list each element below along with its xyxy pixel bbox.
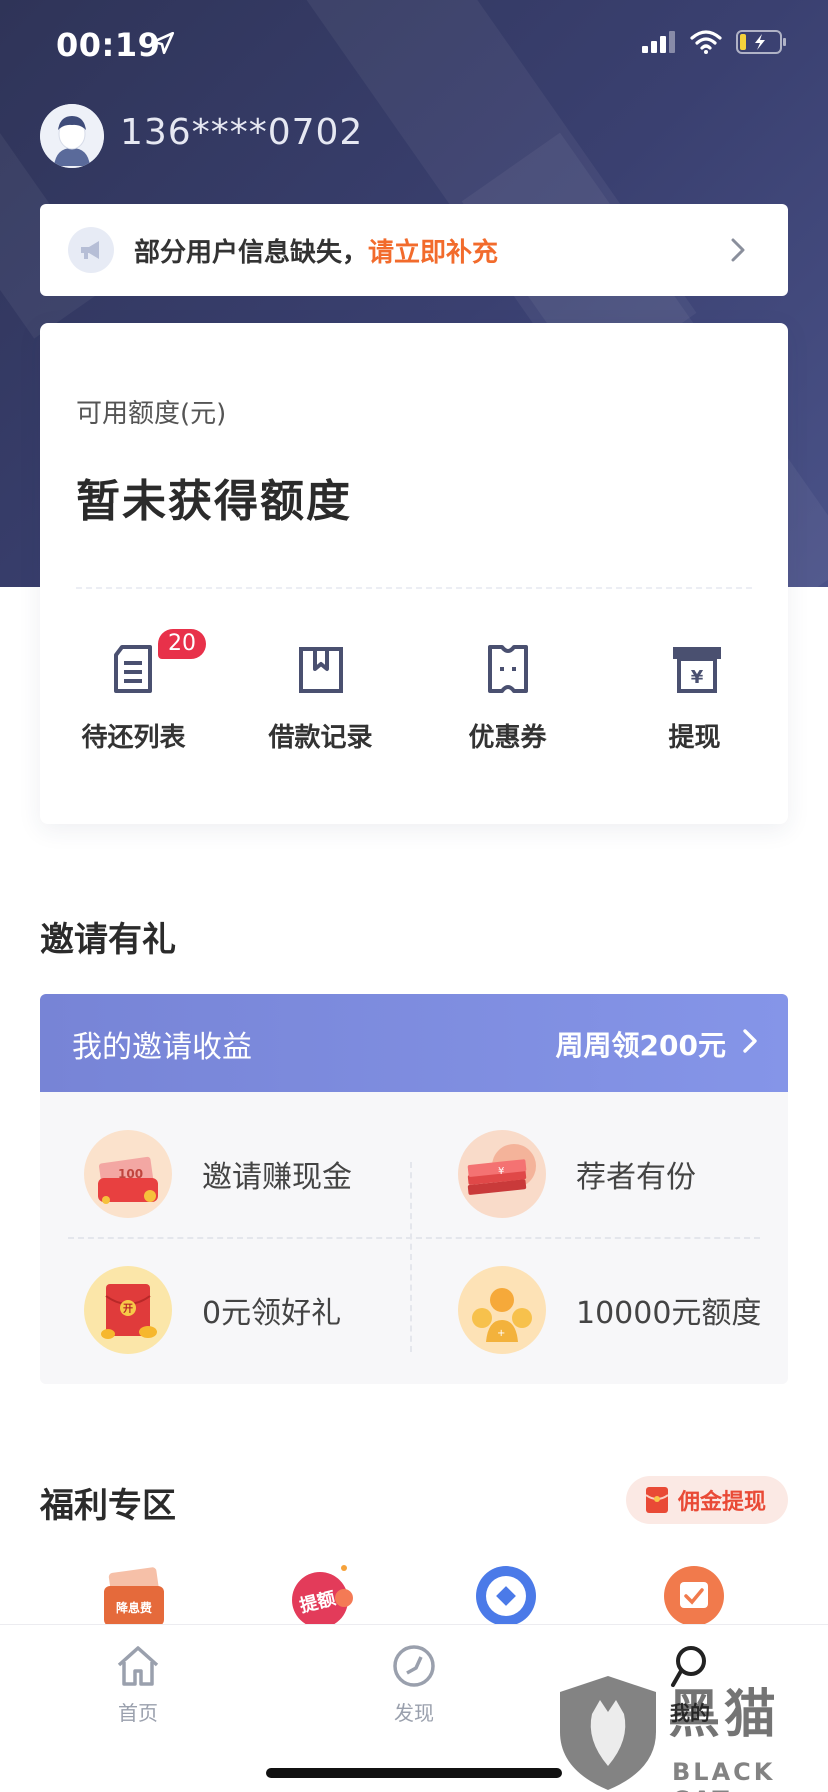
red-packet-icon: 开: [84, 1266, 172, 1354]
cellular-signal-icon: [642, 31, 675, 53]
repay-count-badge: 20: [158, 629, 206, 659]
coupon-icon: [484, 643, 532, 695]
withdraw-yen-icon: ¥: [671, 643, 721, 695]
invite-label: 荐者有份: [576, 1160, 696, 1195]
benefits-section-title: 福利专区: [40, 1486, 176, 1526]
user-coins-icon: +: [458, 1266, 546, 1354]
status-time: 00:19: [56, 26, 161, 64]
invite-label: 邀请赚现金: [202, 1160, 352, 1195]
notice-text: 部分用户信息缺失，: [134, 237, 369, 268]
megaphone-icon: [68, 227, 114, 273]
commission-withdraw-label: 佣金提现: [677, 1490, 766, 1515]
user-avatar-icon: [40, 104, 104, 168]
watermark-subtext: BLACK CAT: [672, 1758, 776, 1792]
svg-text:¥: ¥: [498, 1166, 504, 1177]
menu-item-repay-list[interactable]: 20 待还列表: [40, 629, 227, 783]
divider: [68, 1237, 760, 1239]
home-indicator: [266, 1768, 562, 1778]
status-bar: 00:19: [0, 0, 828, 90]
weekly-reward-link[interactable]: 周周领200元: [556, 1024, 726, 1064]
rate-discount-icon-label: 降息费: [116, 1600, 152, 1615]
menu-label: 待还列表: [81, 723, 186, 753]
money-stack-icon: ¥: [458, 1130, 546, 1218]
credit-card: 可用额度(元) 暂未获得额度 20 待还列表 借款记录 优惠券 ¥ 提现: [40, 323, 788, 824]
profile-incomplete-notice[interactable]: 部分用户信息缺失，请立即补充: [40, 204, 788, 296]
invite-earnings-header[interactable]: 我的邀请收益 周周领200元: [40, 994, 788, 1092]
chevron-right-icon: [731, 238, 745, 262]
battery-charging-icon: [736, 30, 786, 54]
menu-label: 借款记录: [268, 723, 373, 753]
tab-home[interactable]: 首页: [78, 1643, 198, 1726]
watermark: 黑猫 BLACK CAT: [556, 1672, 828, 1792]
menu-label: 优惠券: [468, 723, 547, 753]
red-envelope-icon: [645, 1487, 668, 1513]
credit-value: 暂未获得额度: [76, 476, 352, 527]
invite-item-free-gift[interactable]: 开 0元领好礼: [84, 1266, 341, 1354]
calendar-check-icon[interactable]: [662, 1564, 726, 1624]
watermark-text: 黑猫: [668, 1685, 781, 1745]
raise-limit-icon[interactable]: 提额: [288, 1564, 353, 1624]
blue-circle-icon[interactable]: [474, 1564, 538, 1624]
location-arrow-icon: [151, 31, 175, 55]
divider: [410, 1162, 412, 1352]
bookmark-record-icon: [297, 643, 345, 695]
bill-list-icon: [110, 643, 158, 695]
svg-text:开: 开: [123, 1303, 133, 1315]
invite-label: 10000元额度: [576, 1296, 762, 1331]
invite-header-title: 我的邀请收益: [72, 1030, 252, 1065]
user-phone: 136****0702: [120, 112, 364, 153]
commission-withdraw-button[interactable]: 佣金提现: [625, 1476, 788, 1524]
compass-icon: [391, 1643, 437, 1689]
svg-text:¥: ¥: [690, 667, 703, 688]
menu-item-coupons[interactable]: 优惠券: [414, 643, 601, 783]
notice-link[interactable]: 请立即补充: [368, 238, 498, 268]
invite-item-referral-share[interactable]: ¥ 荐者有份: [458, 1130, 696, 1218]
chevron-right-icon: [743, 1029, 757, 1053]
cash-envelope-icon: 100: [84, 1130, 172, 1218]
quick-menu: 20 待还列表 借款记录 优惠券 ¥ 提现: [40, 629, 788, 783]
divider: [76, 587, 752, 589]
rate-discount-icon[interactable]: 降息费: [102, 1564, 166, 1624]
svg-text:+: +: [497, 1328, 505, 1339]
tab-label: 首页: [118, 1701, 158, 1725]
cat-shield-icon: [560, 1676, 656, 1790]
tab-discover[interactable]: 发现: [354, 1643, 474, 1726]
menu-item-loan-records[interactable]: 借款记录: [227, 643, 414, 783]
invite-section-title: 邀请有礼: [40, 920, 176, 960]
menu-item-withdraw[interactable]: ¥ 提现: [601, 643, 788, 783]
invite-grid: 100 邀请赚现金 ¥ 荐者有份 开 0元领好礼 + 10000元额度: [40, 1092, 788, 1384]
invite-label: 0元领好礼: [202, 1296, 342, 1331]
menu-label: 提现: [668, 723, 721, 753]
wifi-icon: [690, 30, 722, 54]
benefit-icons-row: 降息费 提额: [0, 1556, 828, 1624]
credit-label: 可用额度(元): [76, 399, 227, 429]
invite-item-earn-cash[interactable]: 100 邀请赚现金: [84, 1130, 352, 1218]
invite-item-credit-limit[interactable]: + 10000元额度: [458, 1266, 761, 1354]
avatar[interactable]: [40, 104, 104, 168]
tab-label: 发现: [394, 1701, 434, 1725]
home-icon: [115, 1643, 161, 1689]
